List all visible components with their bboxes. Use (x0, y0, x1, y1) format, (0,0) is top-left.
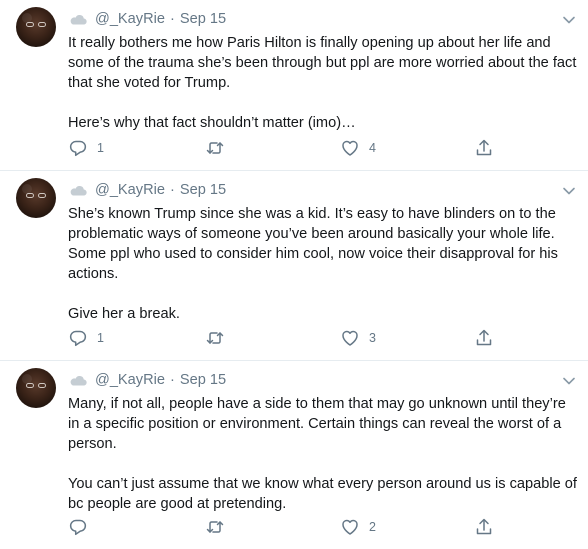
tweet-paragraph: Give her a break. (68, 306, 180, 322)
tweet-actions: 1 3 (68, 328, 498, 350)
reply-count: 1 (97, 331, 104, 345)
like-button[interactable]: 3 (340, 328, 376, 348)
like-count: 2 (369, 520, 376, 534)
like-button[interactable]: 2 (340, 517, 376, 537)
retweet-icon (206, 142, 224, 154)
cloud-icon (70, 14, 87, 25)
chevron-down-icon[interactable] (562, 184, 576, 198)
tweet-actions: 1 4 (68, 138, 498, 160)
tweet-thread: @_KayRie · Sep 15 It really bothers me h… (0, 0, 588, 549)
retweet-button[interactable] (205, 517, 234, 537)
heart-icon (342, 140, 358, 156)
avatar[interactable] (16, 7, 56, 47)
tweet[interactable]: @_KayRie · Sep 15 It really bothers me h… (0, 0, 588, 171)
tweet-date[interactable]: Sep 15 (180, 11, 226, 27)
like-count: 4 (369, 141, 376, 155)
reply-button[interactable] (68, 517, 97, 537)
tweet[interactable]: @_KayRie · Sep 15 Many, if not all, peop… (0, 361, 588, 549)
reply-icon (69, 140, 87, 157)
tweet[interactable]: @_KayRie · Sep 15 She’s known Trump sinc… (0, 171, 588, 361)
like-count: 3 (369, 331, 376, 345)
user-handle[interactable]: @_KayRie (95, 11, 165, 27)
separator: · (169, 11, 175, 27)
tweet-paragraph: Here’s why that fact shouldn’t matter (i… (68, 115, 356, 131)
share-button[interactable] (474, 328, 494, 348)
separator: · (169, 182, 175, 198)
retweet-button[interactable] (205, 138, 234, 158)
tweet-header: @_KayRie · Sep 15 (68, 361, 588, 390)
share-icon (476, 329, 492, 346)
tweet-text: It really bothers me how Paris Hilton is… (68, 33, 578, 133)
separator: · (169, 372, 175, 388)
reply-button[interactable]: 1 (68, 138, 104, 158)
retweet-icon (206, 521, 224, 533)
tweet-date[interactable]: Sep 15 (180, 182, 226, 198)
avatar[interactable] (16, 178, 56, 218)
user-handle[interactable]: @_KayRie (95, 372, 165, 388)
tweet-actions: 2 (68, 517, 498, 539)
tweet-header: @_KayRie · Sep 15 (68, 171, 588, 200)
chevron-down-icon[interactable] (562, 13, 576, 27)
tweet-paragraph: It really bothers me how Paris Hilton is… (68, 35, 577, 91)
tweet-paragraph: You can’t just assume that we know what … (68, 476, 577, 512)
retweet-icon (206, 332, 224, 344)
share-button[interactable] (474, 138, 494, 158)
tweet-header: @_KayRie · Sep 15 (68, 0, 588, 29)
avatar[interactable] (16, 368, 56, 408)
share-icon (476, 139, 492, 156)
tweet-text: Many, if not all, people have a side to … (68, 394, 578, 514)
tweet-paragraph: Many, if not all, people have a side to … (68, 396, 566, 452)
heart-icon (342, 330, 358, 346)
tweet-date[interactable]: Sep 15 (180, 372, 226, 388)
share-button[interactable] (474, 517, 494, 537)
like-button[interactable]: 4 (340, 138, 376, 158)
cloud-icon (70, 375, 87, 386)
user-handle[interactable]: @_KayRie (95, 182, 165, 198)
share-icon (476, 518, 492, 535)
reply-icon (69, 519, 87, 536)
reply-button[interactable]: 1 (68, 328, 104, 348)
chevron-down-icon[interactable] (562, 374, 576, 388)
reply-count: 1 (97, 141, 104, 155)
tweet-text: She’s known Trump since she was a kid. I… (68, 204, 578, 324)
heart-icon (342, 519, 358, 535)
tweet-paragraph: She’s known Trump since she was a kid. I… (68, 206, 558, 282)
cloud-icon (70, 185, 87, 196)
retweet-button[interactable] (205, 328, 234, 348)
reply-icon (69, 330, 87, 347)
